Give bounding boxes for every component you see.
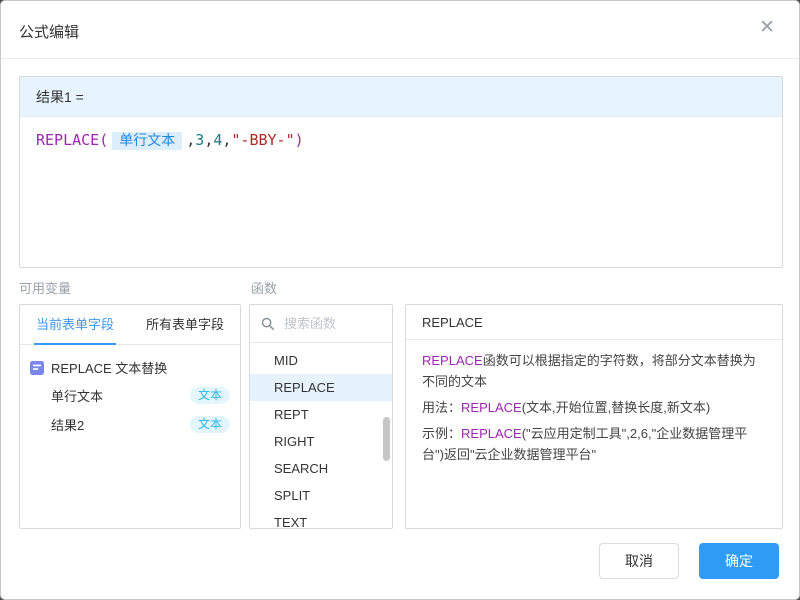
doc-usage: 用法：REPLACE(文本,开始位置,替换长度,新文本) [422, 400, 711, 415]
variable-row[interactable]: 结果2 文本 [30, 410, 232, 439]
function-item[interactable]: RIGHT [250, 428, 392, 455]
variables-label: 可用变量 [19, 281, 72, 296]
doc-body: REPLACE函数可以根据指定的字符数，将部分文本替换为不同的文本 用法：REP… [406, 340, 782, 480]
function-search-box[interactable] [250, 305, 392, 343]
result-label: 结果1 = [20, 77, 782, 117]
doc-title: REPLACE [406, 305, 782, 340]
formula-edit-dialog: 公式编辑 ✕ 结果1 = REPLACE(单行文本 ,3,4,"-BBY-") 可… [0, 0, 800, 600]
string-token: "-BBY-" [231, 131, 295, 149]
doc-description: REPLACE函数可以根据指定的字符数，将部分文本替换为不同的文本 [422, 353, 756, 389]
variable-name: 单行文本 [51, 389, 104, 404]
field-type-badge: 文本 [189, 416, 230, 433]
function-item[interactable]: TEXT [250, 509, 392, 528]
tab-current-form-fields[interactable]: 当前表单字段 [20, 305, 130, 345]
comma-token: , [186, 131, 196, 149]
variable-name: 结果2 [51, 418, 85, 433]
scrollbar-thumb[interactable] [383, 417, 390, 461]
tab-all-form-fields[interactable]: 所有表单字段 [130, 305, 240, 344]
function-item[interactable]: SPLIT [250, 482, 392, 509]
formula-editor: 结果1 = REPLACE(单行文本 ,3,4,"-BBY-") [19, 76, 783, 268]
close-icon[interactable]: ✕ [759, 18, 775, 37]
form-node[interactable]: REPLACE 文本替换 [30, 354, 232, 381]
functions-label: 函数 [251, 281, 278, 296]
search-input[interactable] [282, 315, 374, 332]
variable-row[interactable]: 单行文本 文本 [30, 381, 232, 410]
functions-panel: MID REPLACE REPT RIGHT SEARCH SPLIT TEXT… [249, 304, 393, 529]
formula-input-area[interactable]: REPLACE(单行文本 ,3,4,"-BBY-") [20, 117, 782, 163]
form-node-label: REPLACE 文本替换 [51, 361, 168, 376]
function-list: MID REPLACE REPT RIGHT SEARCH SPLIT TEXT… [250, 343, 392, 528]
dialog-title: 公式编辑 [19, 24, 80, 41]
function-doc-panel: REPLACE REPLACE函数可以根据指定的字符数，将部分文本替换为不同的文… [405, 304, 783, 529]
function-item-selected[interactable]: REPLACE [250, 374, 392, 401]
function-item[interactable]: REPT [250, 401, 392, 428]
confirm-button[interactable]: 确定 [699, 543, 779, 579]
function-open-token: REPLACE( [36, 131, 109, 149]
variables-panel: 当前表单字段 所有表单字段 REPLACE 文本替换 单行文本 文本 结果2 文… [19, 304, 241, 529]
form-icon [30, 360, 44, 375]
variables-tabs: 当前表单字段 所有表单字段 [20, 305, 240, 345]
function-close-token: ) [294, 131, 304, 149]
function-item[interactable]: MID [250, 347, 392, 374]
field-type-badge: 文本 [189, 387, 230, 404]
dialog-header: 公式编辑 ✕ [1, 1, 799, 59]
comma-token: , [204, 131, 214, 149]
search-icon [261, 317, 275, 331]
field-chip[interactable]: 单行文本 [112, 132, 183, 150]
cancel-button[interactable]: 取消 [599, 543, 679, 579]
doc-example: 示例：REPLACE("云应用定制工具",2,6,"企业数据管理平台")返回"云… [422, 426, 748, 462]
number-token: 3 [195, 131, 205, 149]
variables-tree: REPLACE 文本替换 单行文本 文本 结果2 文本 [20, 345, 240, 439]
function-item[interactable]: SEARCH [250, 455, 392, 482]
